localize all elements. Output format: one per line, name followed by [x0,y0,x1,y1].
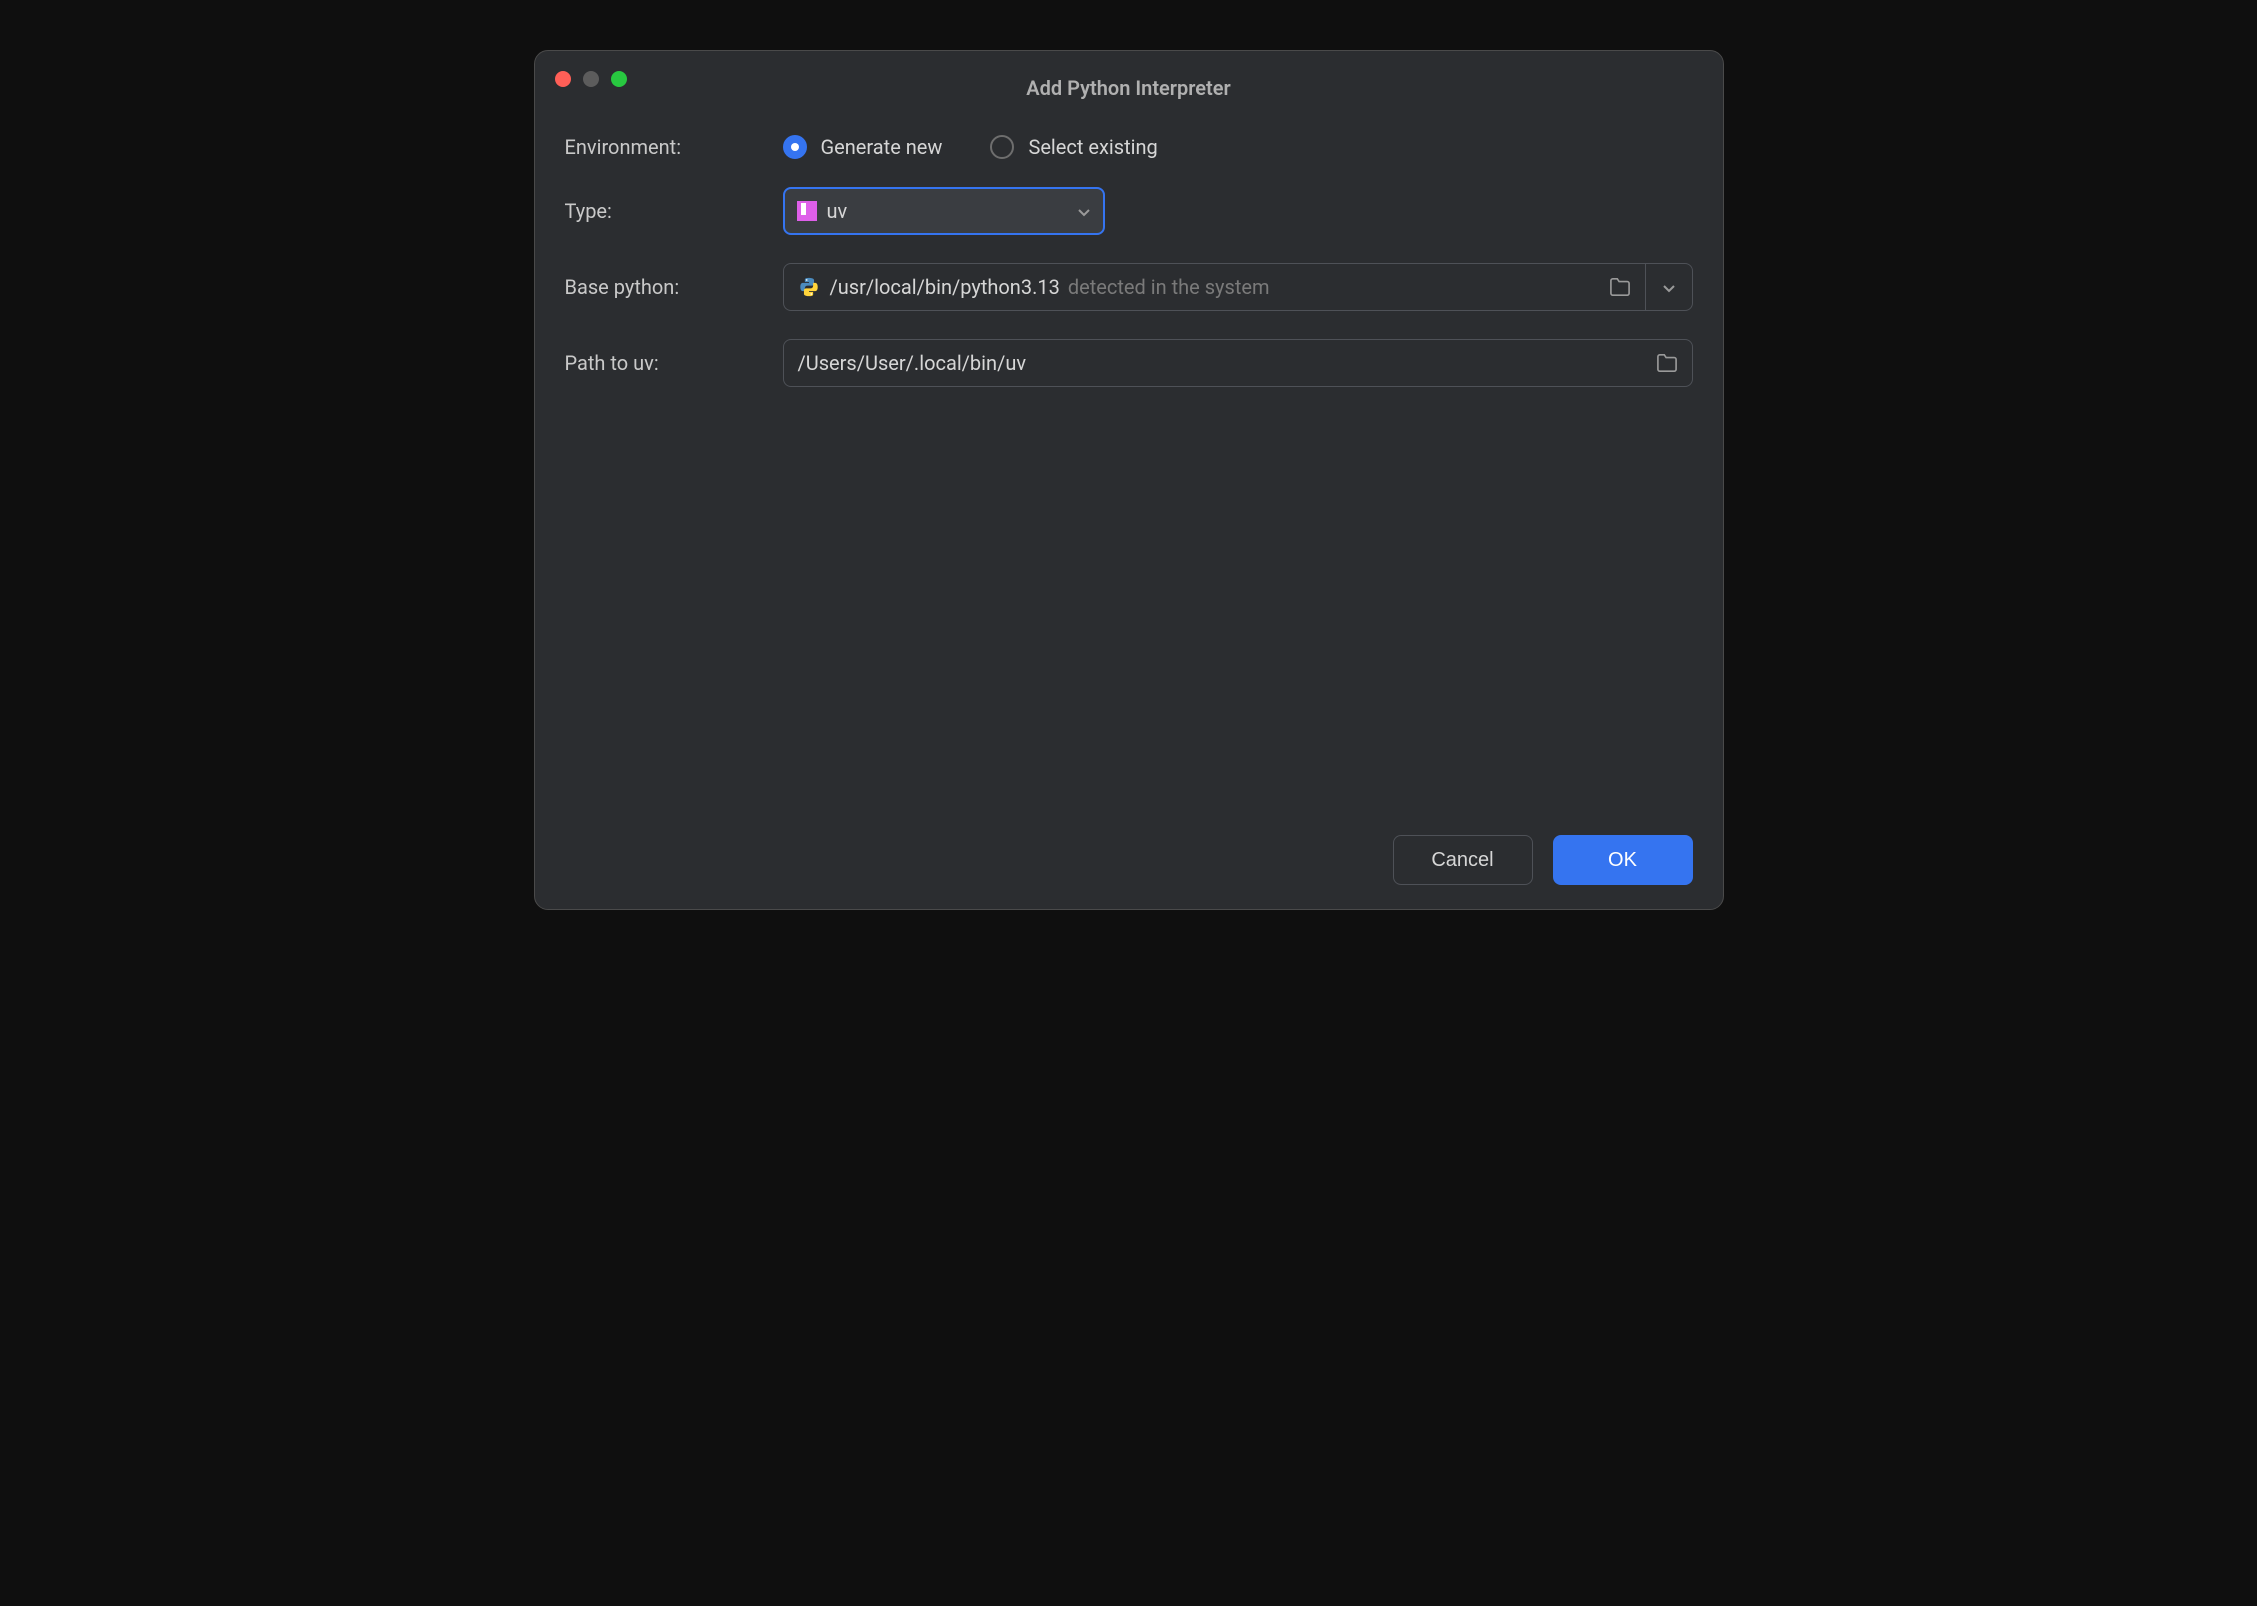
window-close-button[interactable] [555,71,571,87]
radio-generate-new[interactable]: Generate new [783,135,943,159]
base-python-value: /usr/local/bin/python3.13 [830,275,1060,299]
python-icon [798,276,820,298]
window-controls [555,71,627,87]
path-to-uv-value: /Users/User/.local/bin/uv [798,351,1027,375]
uv-icon [797,201,817,221]
path-to-uv-input[interactable]: /Users/User/.local/bin/uv [783,339,1693,387]
add-interpreter-dialog: Add Python Interpreter Environment: Gene… [534,50,1724,910]
ok-button[interactable]: OK [1553,835,1693,885]
environment-row: Environment: Generate new Select existin… [565,135,1693,159]
base-python-field-wrapper: /usr/local/bin/python3.13 detected in th… [783,263,1693,311]
base-python-input[interactable]: /usr/local/bin/python3.13 detected in th… [783,263,1645,311]
folder-icon[interactable] [1656,353,1678,373]
radio-select-existing-label: Select existing [1028,135,1157,159]
path-to-uv-label: Path to uv: [565,351,783,375]
radio-select-existing[interactable]: Select existing [990,135,1157,159]
base-python-row: Base python: /usr/local/bin/python3.13 d… [565,263,1693,311]
base-python-label: Base python: [565,275,783,299]
window-maximize-button[interactable] [611,71,627,87]
chevron-down-icon [1662,280,1676,294]
environment-label: Environment: [565,135,783,159]
chevron-down-icon [1077,204,1091,218]
type-label: Type: [565,199,783,223]
cancel-button[interactable]: Cancel [1393,835,1533,885]
dialog-title: Add Python Interpreter [555,76,1703,100]
path-to-uv-row: Path to uv: /Users/User/.local/bin/uv [565,339,1693,387]
folder-icon[interactable] [1609,277,1631,297]
path-to-uv-field-wrapper: /Users/User/.local/bin/uv [783,339,1693,387]
type-dropdown[interactable]: uv [783,187,1105,235]
base-python-dropdown-button[interactable] [1645,263,1693,311]
type-value: uv [827,199,1077,223]
button-bar: Cancel OK [535,815,1723,909]
type-row: Type: uv [565,187,1693,235]
radio-select-existing-indicator [990,135,1014,159]
environment-radio-group: Generate new Select existing [783,135,1158,159]
radio-generate-new-label: Generate new [821,135,943,159]
titlebar: Add Python Interpreter [535,51,1723,105]
radio-generate-new-indicator [783,135,807,159]
base-python-hint: detected in the system [1068,275,1270,299]
dialog-content: Environment: Generate new Select existin… [535,105,1723,815]
window-minimize-button[interactable] [583,71,599,87]
